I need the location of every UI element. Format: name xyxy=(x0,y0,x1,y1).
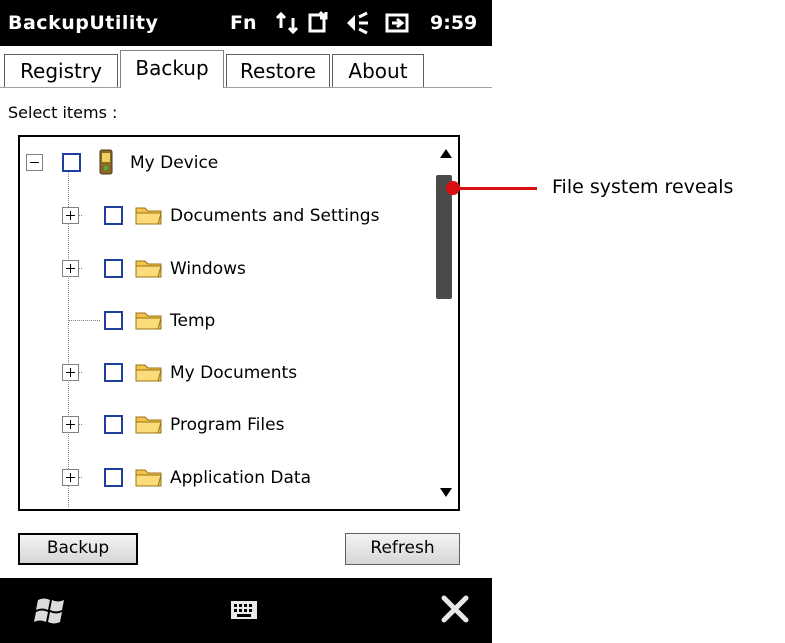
expand-toggle[interactable] xyxy=(62,207,79,224)
folder-icon xyxy=(135,260,162,278)
tab-registry[interactable]: Registry xyxy=(4,54,118,87)
folder-icon xyxy=(135,416,162,434)
tab-restore[interactable]: Restore xyxy=(226,54,330,87)
fn-indicator: Fn xyxy=(230,12,257,34)
tree-node-my-documents[interactable]: My Documents xyxy=(20,355,430,391)
callout-marker xyxy=(446,181,460,195)
collapse-toggle[interactable] xyxy=(26,154,43,171)
connectivity-icon xyxy=(275,11,299,35)
tree-node-application-data[interactable]: Application Data xyxy=(20,460,430,496)
checkbox[interactable] xyxy=(104,468,123,487)
device-icon xyxy=(99,149,113,175)
tab-about[interactable]: About xyxy=(332,54,424,87)
tree-label: My Device xyxy=(130,153,219,173)
tree-node-my-device[interactable]: My Device xyxy=(20,145,430,181)
tab-baseline xyxy=(0,87,492,88)
tree-label: My Documents xyxy=(170,363,298,383)
checkbox[interactable] xyxy=(104,206,123,225)
checkbox[interactable] xyxy=(104,311,123,330)
folder-icon xyxy=(135,207,162,225)
tree-label: Windows xyxy=(170,259,246,279)
folder-icon xyxy=(135,364,162,382)
speaker-icon xyxy=(347,11,368,35)
tree-label: Program Files xyxy=(170,415,285,435)
expand-toggle[interactable] xyxy=(62,260,79,277)
tree-label: Temp xyxy=(170,311,216,331)
status-bar: BackupUtility Fn 9:59 xyxy=(0,0,492,46)
keyboard-icon[interactable] xyxy=(230,600,258,620)
backup-button[interactable]: Backup xyxy=(18,533,138,565)
tree-node-windows[interactable]: Windows xyxy=(20,251,430,287)
select-items-label: Select items : xyxy=(8,103,118,122)
checkbox[interactable] xyxy=(104,363,123,382)
expand-toggle[interactable] xyxy=(62,364,79,381)
callout-line xyxy=(453,187,537,190)
checkbox[interactable] xyxy=(104,259,123,278)
scroll-up-arrow-icon[interactable] xyxy=(440,149,452,158)
app-title: BackupUtility xyxy=(8,12,159,34)
scroll-down-arrow-icon[interactable] xyxy=(440,488,452,497)
close-icon[interactable] xyxy=(440,592,470,626)
tree-node-documents-and-settings[interactable]: Documents and Settings xyxy=(20,198,430,234)
folder-icon xyxy=(135,469,162,487)
tab-backup[interactable]: Backup xyxy=(120,50,224,89)
expand-toggle[interactable] xyxy=(62,469,79,486)
file-tree[interactable]: My Device Documents and Settings Windows xyxy=(18,135,460,511)
checkbox-my-device[interactable] xyxy=(62,153,81,172)
tree-label: Documents and Settings xyxy=(170,206,380,226)
tree-label: Application Data xyxy=(170,468,311,488)
folder-icon xyxy=(135,312,162,330)
refresh-button[interactable]: Refresh xyxy=(345,533,460,565)
checkbox[interactable] xyxy=(104,415,123,434)
tab-bar: Registry Backup Restore About xyxy=(0,46,492,89)
device-screen: BackupUtility Fn 9:59 Registry Backup Re… xyxy=(0,0,492,643)
clock: 9:59 xyxy=(430,12,478,34)
windows-start-icon[interactable] xyxy=(34,594,70,626)
callout-text: File system reveals xyxy=(552,176,734,198)
battery-power-icon xyxy=(385,13,409,33)
soft-key-bar xyxy=(0,578,492,643)
tree-node-program-files[interactable]: Program Files xyxy=(20,407,430,443)
tree-node-temp[interactable]: Temp xyxy=(20,303,430,339)
expand-toggle[interactable] xyxy=(62,416,79,433)
sync-icon xyxy=(308,10,328,33)
